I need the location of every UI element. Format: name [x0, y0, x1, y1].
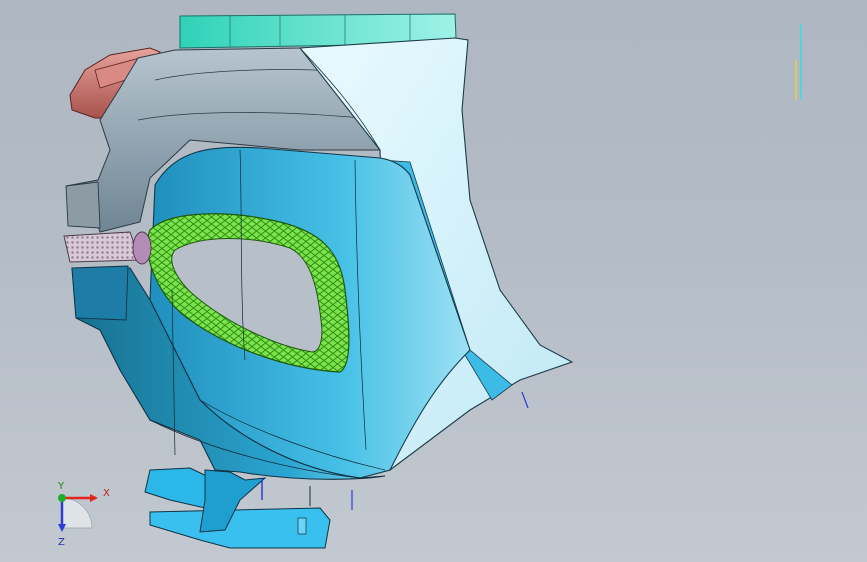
axis-x-label: X	[103, 488, 110, 499]
cad-3d-viewport[interactable]: X Y Z	[0, 0, 867, 562]
coordinate-triad[interactable]: X Y Z	[57, 481, 110, 548]
axis-y-label: Y	[57, 481, 65, 492]
side-marker-lamp[interactable]	[63, 231, 152, 265]
view-indicator	[795, 24, 802, 100]
axis-z-label: Z	[58, 537, 65, 548]
